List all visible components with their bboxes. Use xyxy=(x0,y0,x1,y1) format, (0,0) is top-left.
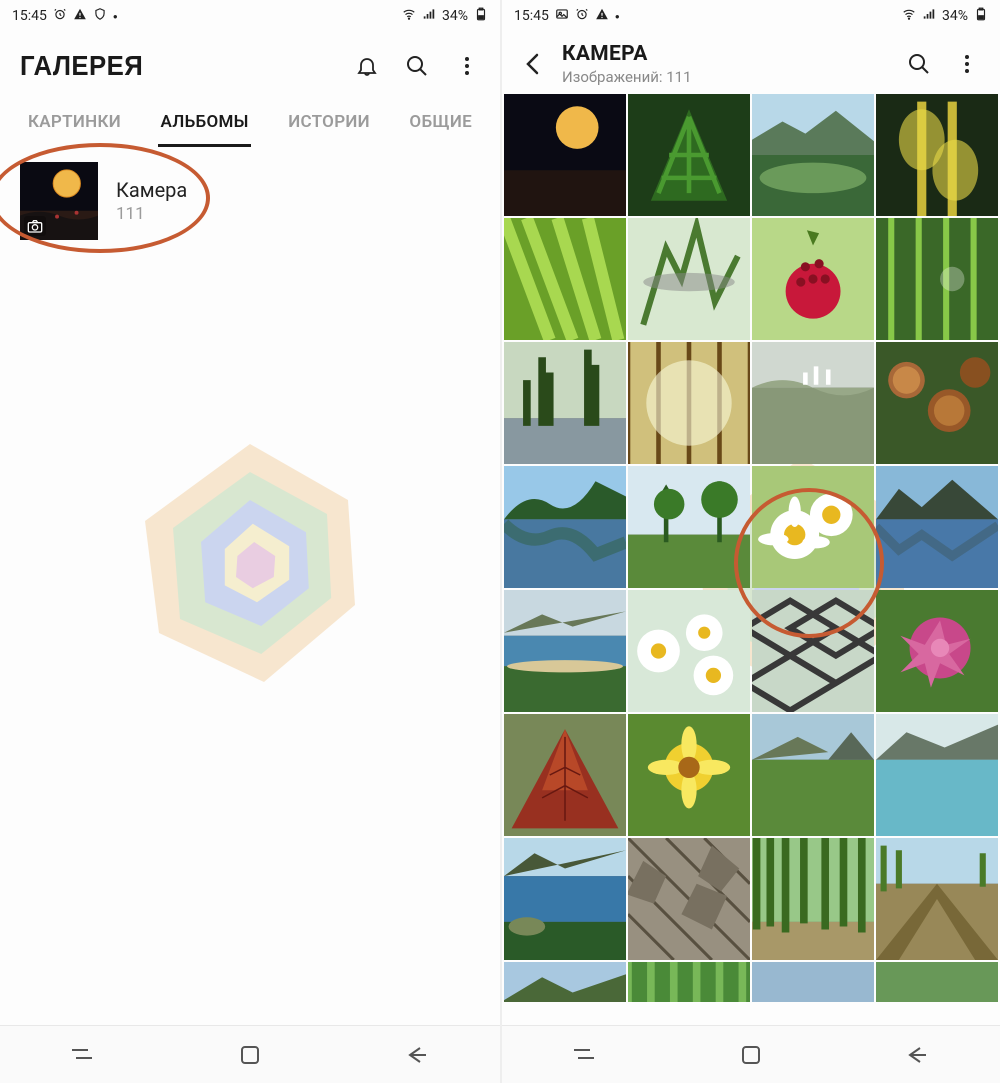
status-bar: 15:45 ● 34% xyxy=(502,0,1000,32)
more-button[interactable] xyxy=(954,51,980,77)
nav-back[interactable] xyxy=(893,1035,941,1075)
photo-thumb[interactable] xyxy=(752,590,874,712)
dot-icon: ● xyxy=(113,12,118,21)
nav-bar xyxy=(502,1025,1000,1083)
search-button[interactable] xyxy=(906,51,932,77)
photo-thumb[interactable] xyxy=(504,342,626,464)
battery-text: 34% xyxy=(942,8,968,24)
photo-thumb[interactable] xyxy=(504,466,626,588)
photo-thumb[interactable] xyxy=(876,962,998,1002)
photo-thumb[interactable] xyxy=(752,962,874,1002)
camera-icon xyxy=(24,216,46,236)
photo-thumb[interactable] xyxy=(752,838,874,960)
photo-thumb[interactable] xyxy=(752,94,874,216)
status-bar: 15:45 ● 34% xyxy=(0,0,500,32)
photo-thumb[interactable] xyxy=(628,590,750,712)
tab-shared[interactable]: ОБЩИЕ xyxy=(407,104,474,147)
app-title: ГАЛЕРЕЯ xyxy=(20,50,143,82)
photo-thumb[interactable] xyxy=(876,590,998,712)
signal-icon xyxy=(422,7,436,25)
album-title: КАМЕРА xyxy=(562,42,892,66)
photo-grid xyxy=(502,92,1000,1002)
nav-home[interactable] xyxy=(226,1035,274,1075)
album-name: Камера xyxy=(116,178,187,202)
photo-thumb[interactable] xyxy=(504,714,626,836)
warning-icon xyxy=(595,7,609,25)
battery-icon xyxy=(474,7,488,25)
photo-thumb[interactable] xyxy=(752,466,874,588)
photo-thumb[interactable] xyxy=(504,838,626,960)
alarm-icon xyxy=(53,7,67,25)
photo-thumb[interactable] xyxy=(628,714,750,836)
photo-thumb[interactable] xyxy=(752,714,874,836)
nav-recents[interactable] xyxy=(561,1035,609,1075)
notifications-button[interactable] xyxy=(354,53,380,79)
photo-thumb[interactable] xyxy=(628,466,750,588)
tab-albums[interactable]: АЛЬБОМЫ xyxy=(158,104,250,147)
photo-thumb[interactable] xyxy=(876,342,998,464)
photo-thumb[interactable] xyxy=(876,218,998,340)
photo-thumb[interactable] xyxy=(628,94,750,216)
search-button[interactable] xyxy=(404,53,430,79)
tab-stories[interactable]: ИСТОРИИ xyxy=(286,104,372,147)
nav-back[interactable] xyxy=(393,1035,441,1075)
nav-home[interactable] xyxy=(727,1035,775,1075)
shield-icon xyxy=(93,7,107,25)
photo-thumb[interactable] xyxy=(752,218,874,340)
status-time: 15:45 xyxy=(12,8,47,24)
warning-icon xyxy=(73,7,87,25)
photo-thumb[interactable] xyxy=(504,218,626,340)
photo-thumb[interactable] xyxy=(752,342,874,464)
status-time: 15:45 xyxy=(514,8,549,24)
wifi-icon xyxy=(402,7,416,25)
photo-thumb[interactable] xyxy=(876,94,998,216)
photo-thumb[interactable] xyxy=(628,962,750,1002)
photo-thumb[interactable] xyxy=(628,218,750,340)
album-count: 111 xyxy=(116,204,187,224)
image-icon xyxy=(555,7,569,25)
signal-icon xyxy=(922,7,936,25)
album-thumbnail xyxy=(20,162,98,240)
photo-thumb[interactable] xyxy=(876,714,998,836)
more-button[interactable] xyxy=(454,53,480,79)
photo-thumb[interactable] xyxy=(628,342,750,464)
wifi-icon xyxy=(902,7,916,25)
alarm-icon xyxy=(575,7,589,25)
nav-bar xyxy=(0,1025,500,1083)
photo-thumb[interactable] xyxy=(504,94,626,216)
photo-thumb[interactable] xyxy=(876,466,998,588)
back-button[interactable] xyxy=(518,44,548,84)
photo-thumb[interactable] xyxy=(504,962,626,1002)
album-camera[interactable]: Камера 111 xyxy=(20,162,480,240)
tabs: КАРТИНКИ АЛЬБОМЫ ИСТОРИИ ОБЩИЕ xyxy=(0,90,500,147)
photo-thumb[interactable] xyxy=(504,590,626,712)
battery-text: 34% xyxy=(442,8,468,24)
dot-icon: ● xyxy=(615,12,620,21)
battery-icon xyxy=(974,7,988,25)
tab-pictures[interactable]: КАРТИНКИ xyxy=(26,104,123,147)
album-subtitle: Изображений: 111 xyxy=(562,68,892,86)
nav-recents[interactable] xyxy=(59,1035,107,1075)
photo-thumb[interactable] xyxy=(628,838,750,960)
photo-thumb[interactable] xyxy=(876,838,998,960)
